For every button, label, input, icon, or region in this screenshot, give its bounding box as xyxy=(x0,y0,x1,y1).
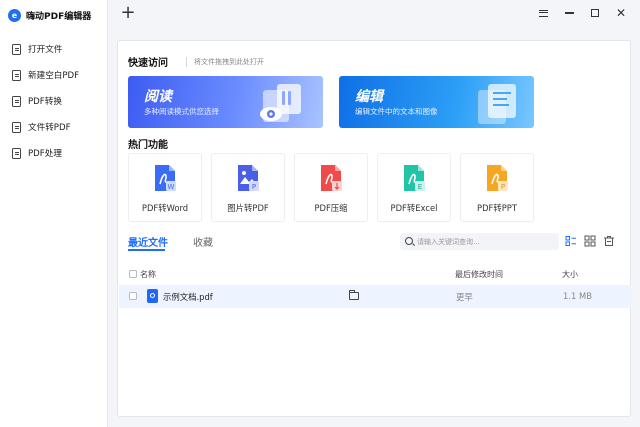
svg-text:W: W xyxy=(168,183,175,191)
pdf-to-excel-label: PDF转Excel xyxy=(390,203,438,213)
sidebar-item-file-to-pdf[interactable]: 文件转PDF xyxy=(0,114,108,140)
pdf-to-word-icon: W xyxy=(155,165,176,191)
edit-banner-subtitle: 编辑文件中的文本和图像 xyxy=(355,107,438,116)
pdf-to-ppt-icon: P xyxy=(487,165,508,191)
trash-icon xyxy=(604,236,614,246)
svg-text:P: P xyxy=(501,183,505,191)
image-to-pdf-icon: P xyxy=(238,165,259,191)
sidebar-nav: 打开文件 新建空白PDF PDF转换 文件转PDF PDF处理 xyxy=(0,36,108,166)
main-panel: 快速访问 将文件拖拽到此处打开 阅读 多种阅读模式供您选择 编辑 编辑文件中的文… xyxy=(117,40,631,417)
open-file-icon xyxy=(12,43,21,55)
image-to-pdf-label: 图片转PDF xyxy=(227,203,269,213)
sidebar-item-label: PDF处理 xyxy=(28,149,62,159)
clear-list-button[interactable] xyxy=(603,235,615,247)
list-view-icon xyxy=(565,236,576,246)
read-illustration-icon xyxy=(260,84,301,122)
pdf-compress-card[interactable]: PDF压缩 xyxy=(294,153,368,222)
pdf-to-word-label: PDF转Word xyxy=(141,203,189,213)
window-controls: ✕ xyxy=(530,4,634,22)
app-title: 嗨动PDF编辑器 xyxy=(26,11,92,22)
drop-hint: 将文件拖拽到此处打开 xyxy=(186,57,264,67)
app-logo-icon: e xyxy=(8,8,21,22)
sidebar-item-new-pdf[interactable]: 新建空白PDF xyxy=(0,62,108,88)
search-box xyxy=(400,233,559,250)
maximize-button[interactable] xyxy=(582,4,608,22)
svg-text:P: P xyxy=(252,183,256,191)
convert-icon xyxy=(12,95,21,107)
pdf-to-ppt-card[interactable]: P PDF转PPT xyxy=(460,153,534,222)
sidebar-item-label: 打开文件 xyxy=(28,45,63,55)
table-row[interactable]: 示例文档.pdf 更早 1.1 MB xyxy=(119,285,631,308)
row-checkbox[interactable] xyxy=(129,292,137,300)
active-tab-indicator xyxy=(128,249,165,251)
open-folder-icon[interactable] xyxy=(349,290,359,300)
search-input[interactable] xyxy=(417,235,555,248)
minimize-button[interactable] xyxy=(556,4,582,22)
sidebar-item-label: 新建空白PDF xyxy=(28,71,80,81)
read-banner-subtitle: 多种阅读模式供您选择 xyxy=(144,107,219,116)
new-pdf-icon xyxy=(12,69,21,81)
search-icon xyxy=(405,237,413,245)
sidebar-item-pdf-process[interactable]: PDF处理 xyxy=(0,140,108,166)
grid-view-button[interactable] xyxy=(584,235,596,247)
column-header-name: 名称 xyxy=(140,270,156,279)
quick-access-title: 快速访问 xyxy=(128,58,168,69)
file-size: 1.1 MB xyxy=(563,291,592,301)
image-to-pdf-card[interactable]: P 图片转PDF xyxy=(211,153,285,222)
list-view-button[interactable] xyxy=(565,235,577,247)
read-banner-title: 阅读 xyxy=(144,89,172,105)
file-modified: 更早 xyxy=(456,292,473,302)
add-tab-button[interactable]: + xyxy=(120,4,136,22)
sidebar: e 嗨动PDF编辑器 打开文件 新建空白PDF PDF转换 文件转PDF PDF… xyxy=(0,0,108,427)
file-to-pdf-icon xyxy=(12,121,21,133)
read-banner[interactable]: 阅读 多种阅读模式供您选择 xyxy=(128,76,323,128)
sidebar-item-label: 文件转PDF xyxy=(28,123,71,133)
tab-favorites[interactable]: 收藏 xyxy=(193,234,213,249)
tab-recent-files[interactable]: 最近文件 xyxy=(128,234,168,249)
pdf-to-ppt-label: PDF转PPT xyxy=(477,203,517,213)
menu-button[interactable] xyxy=(530,4,556,22)
pdf-to-excel-card[interactable]: E PDF转Excel xyxy=(377,153,451,222)
sidebar-item-label: PDF转换 xyxy=(28,97,62,107)
pdf-compress-label: PDF压缩 xyxy=(314,203,348,213)
pdf-to-excel-icon: E xyxy=(404,165,425,191)
sidebar-item-open-file[interactable]: 打开文件 xyxy=(0,36,108,62)
minimize-icon xyxy=(564,12,574,14)
edit-banner-title: 编辑 xyxy=(355,89,383,105)
app-logo: e 嗨动PDF编辑器 xyxy=(8,7,91,23)
file-name: 示例文档.pdf xyxy=(163,292,213,302)
select-all-checkbox[interactable] xyxy=(129,270,137,278)
close-button[interactable]: ✕ xyxy=(608,4,634,22)
menu-icon xyxy=(538,9,548,17)
pdf-file-icon xyxy=(147,289,158,303)
column-header-modified: 最后修改时间 xyxy=(455,270,503,279)
edit-illustration-icon xyxy=(478,84,516,124)
grid-view-icon xyxy=(584,235,596,247)
svg-text:E: E xyxy=(418,183,422,191)
pdf-to-word-card[interactable]: W PDF转Word xyxy=(128,153,202,222)
pdf-compress-icon xyxy=(321,165,342,191)
maximize-icon xyxy=(591,9,599,17)
sidebar-item-pdf-convert[interactable]: PDF转换 xyxy=(0,88,108,114)
process-icon xyxy=(12,147,21,159)
close-icon: ✕ xyxy=(615,6,627,20)
hot-features-title: 热门功能 xyxy=(128,140,168,151)
column-header-size: 大小 xyxy=(562,270,578,279)
edit-banner[interactable]: 编辑 编辑文件中的文本和图像 xyxy=(339,76,534,128)
